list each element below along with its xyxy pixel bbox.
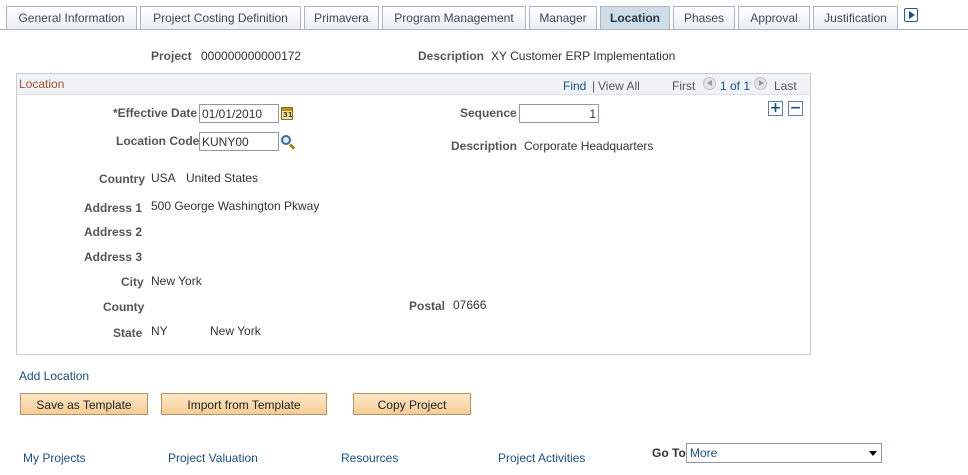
country-code: USA — [151, 171, 176, 185]
city-label: City — [121, 275, 144, 289]
lookup-search-icon[interactable] — [280, 134, 296, 150]
calendar-icon[interactable]: 31 — [281, 107, 293, 120]
import-from-template-button[interactable]: Import from Template — [161, 393, 327, 415]
city-value: New York — [151, 274, 202, 288]
tab-general-information[interactable]: General Information — [6, 6, 137, 30]
sequence-input[interactable] — [519, 104, 599, 123]
location-description-label: Description — [451, 139, 518, 153]
state-label: State — [113, 326, 143, 340]
find-link[interactable]: Find — [563, 79, 586, 93]
location-description-value: Corporate Headquarters — [524, 139, 654, 153]
delete-row-button[interactable]: − — [788, 101, 803, 116]
dropdown-arrow-icon — [869, 451, 877, 456]
add-row-button[interactable]: + — [768, 101, 783, 116]
tab-location[interactable]: Location — [600, 6, 670, 30]
effective-date-label: *Effective Date — [113, 106, 198, 120]
address1-value: 500 George Washington Pkway — [151, 199, 320, 213]
resources-link[interactable]: Resources — [341, 451, 398, 465]
tab-underline — [0, 29, 968, 30]
first-label: First — [672, 79, 696, 93]
project-description-label: Description — [418, 49, 485, 63]
goto-select[interactable]: More — [686, 443, 882, 463]
goto-selected-value: More — [690, 446, 718, 460]
location-group-title: Location — [19, 77, 65, 91]
last-label: Last — [774, 79, 797, 93]
address2-label: Address 2 — [84, 225, 143, 239]
county-label: County — [103, 300, 145, 314]
project-description-value: XY Customer ERP Implementation — [491, 49, 676, 63]
goto-label: Go To — [652, 446, 686, 460]
copy-project-button[interactable]: Copy Project — [353, 393, 471, 415]
tab-primavera[interactable]: Primavera — [304, 6, 379, 30]
next-row-icon[interactable] — [754, 77, 767, 90]
state-code: NY — [151, 324, 168, 338]
address1-label: Address 1 — [84, 201, 143, 215]
location-group-header: Location Find | View All First 1 of 1 La… — [17, 74, 810, 95]
page-info: 1 of 1 — [720, 79, 751, 93]
project-label: Project — [151, 49, 192, 63]
project-activities-link[interactable]: Project Activities — [498, 451, 585, 465]
postal-value: 07666 — [453, 298, 487, 312]
tab-justification[interactable]: Justification — [813, 6, 898, 30]
country-name: United States — [186, 171, 259, 185]
project-valuation-link[interactable]: Project Valuation — [168, 451, 258, 465]
address3-label: Address 3 — [84, 250, 143, 264]
save-as-template-button[interactable]: Save as Template — [20, 393, 148, 415]
sequence-label: Sequence — [460, 106, 517, 120]
add-location-link[interactable]: Add Location — [19, 369, 89, 383]
previous-row-icon[interactable] — [703, 77, 716, 90]
postal-label: Postal — [409, 299, 446, 313]
tab-phases[interactable]: Phases — [673, 6, 735, 30]
location-code-input[interactable] — [199, 132, 279, 151]
tab-approval[interactable]: Approval — [738, 6, 810, 30]
next-tabs-arrow-icon[interactable] — [904, 8, 918, 22]
project-value: 000000000000172 — [201, 49, 302, 63]
state-name: New York — [210, 324, 261, 338]
calendar-day: 31 — [283, 111, 293, 119]
tab-manager[interactable]: Manager — [529, 6, 597, 30]
tab-bar: General Information Project Costing Defi… — [0, 6, 968, 30]
view-all-link[interactable]: View All — [598, 79, 640, 93]
my-projects-link[interactable]: My Projects — [23, 451, 86, 465]
tab-program-management[interactable]: Program Management — [382, 6, 526, 30]
location-code-label: Location Code — [116, 134, 200, 148]
country-label: Country — [99, 172, 145, 186]
find-separator: | — [592, 79, 596, 93]
effective-date-input[interactable] — [199, 104, 279, 123]
tab-project-costing-definition[interactable]: Project Costing Definition — [140, 6, 301, 30]
